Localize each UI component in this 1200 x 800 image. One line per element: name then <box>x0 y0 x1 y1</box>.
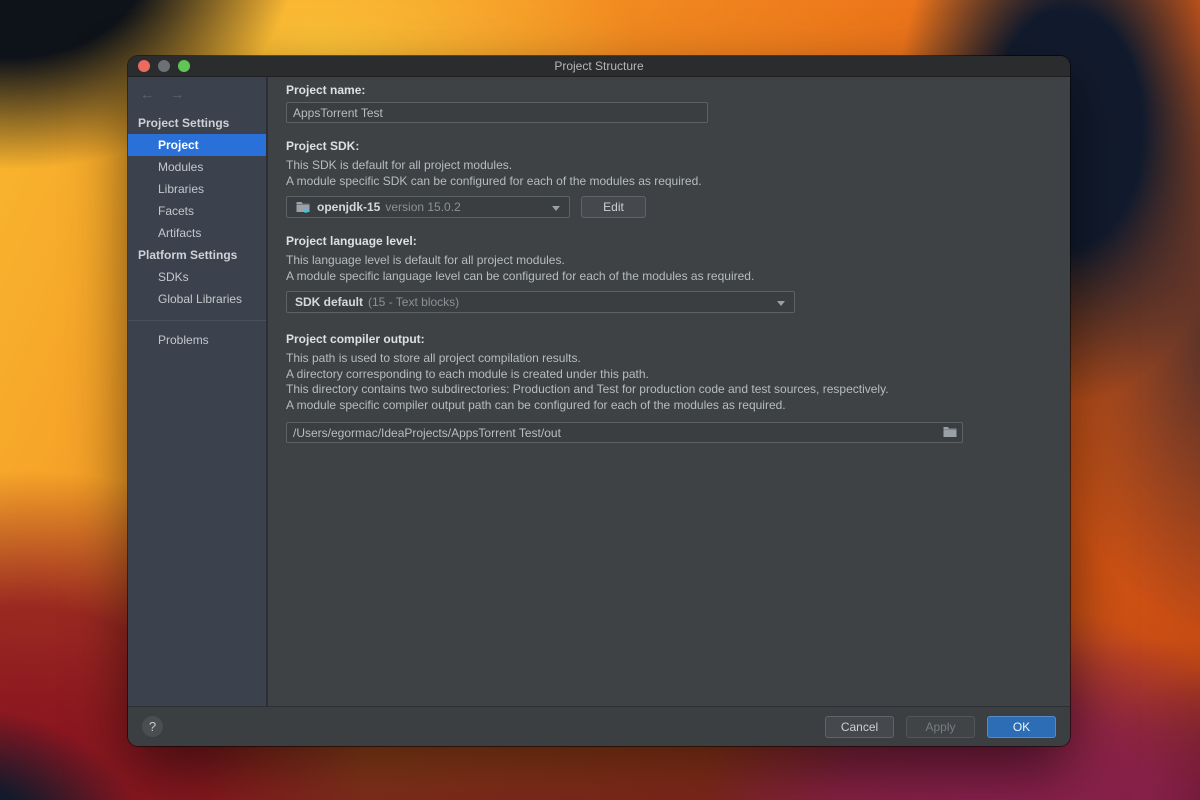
project-sdk-dropdown[interactable]: openjdk-15 version 15.0.2 <box>286 196 570 218</box>
language-level-label: Project language level: <box>286 234 417 248</box>
compiler-output-desc-2: A directory corresponding to each module… <box>286 366 649 381</box>
project-sdk-desc-1: This SDK is default for all project modu… <box>286 158 513 172</box>
close-icon[interactable] <box>138 60 150 72</box>
browse-folder-icon[interactable] <box>943 426 957 438</box>
project-sdk-desc-2: A module specific SDK can be configured … <box>286 173 702 188</box>
sidebar-item-sdks[interactable]: SDKs <box>128 266 266 288</box>
project-name-label: Project name: <box>286 83 366 97</box>
sidebar-divider <box>128 320 266 321</box>
dialog-footer: ? Cancel Apply OK <box>128 706 1070 746</box>
help-icon[interactable]: ? <box>142 716 163 737</box>
sidebar-item-problems[interactable]: Problems <box>128 329 266 351</box>
minimize-icon <box>158 60 170 72</box>
compiler-output-desc-3: This directory contains two subdirectori… <box>286 382 889 396</box>
chevron-down-icon <box>777 301 785 306</box>
language-level-desc-2: A module specific language level can be … <box>286 268 755 283</box>
language-level-value: SDK default <box>295 295 364 309</box>
compiler-output-label: Project compiler output: <box>286 332 425 346</box>
compiler-output-desc-1: This path is used to store all project c… <box>286 351 581 365</box>
language-level-dropdown[interactable]: SDK default (15 - Text blocks) <box>286 291 795 313</box>
language-level-desc-1: This language level is default for all p… <box>286 253 565 267</box>
apply-button[interactable]: Apply <box>906 715 975 738</box>
sidebar-header-project-settings: Project Settings <box>138 116 230 130</box>
sidebar-item-project[interactable]: Project <box>128 134 266 156</box>
sidebar: ← → Project Settings Project Modules Lib… <box>128 77 268 706</box>
ok-button[interactable]: OK <box>987 715 1056 738</box>
sidebar-item-artifacts[interactable]: Artifacts <box>128 222 266 244</box>
sidebar-item-global-libraries[interactable]: Global Libraries <box>128 288 266 310</box>
project-sdk-label: Project SDK: <box>286 139 360 153</box>
edit-sdk-button[interactable]: Edit <box>581 196 646 218</box>
window-title: Project Structure <box>554 59 644 73</box>
java-sdk-icon <box>296 202 310 213</box>
compiler-output-path-input[interactable] <box>286 422 963 443</box>
language-level-detail: (15 - Text blocks) <box>368 295 460 309</box>
sidebar-item-modules[interactable]: Modules <box>128 156 266 178</box>
main-panel: Project name: Project SDK: This SDK is d… <box>268 77 1070 706</box>
project-structure-dialog: Project Structure ← → Project Settings P… <box>128 56 1070 746</box>
cancel-button[interactable]: Cancel <box>825 715 894 738</box>
back-icon[interactable]: ← <box>140 86 154 102</box>
titlebar[interactable]: Project Structure <box>128 56 1070 77</box>
traffic-lights <box>138 60 190 72</box>
forward-icon[interactable]: → <box>170 86 184 102</box>
chevron-down-icon <box>552 206 560 211</box>
sdk-name: openjdk-15 <box>317 200 381 214</box>
sidebar-item-libraries[interactable]: Libraries <box>128 178 266 200</box>
project-name-input[interactable] <box>286 102 708 123</box>
sdk-version: version 15.0.2 <box>385 200 461 214</box>
sidebar-header-platform-settings: Platform Settings <box>138 248 238 262</box>
sidebar-item-facets[interactable]: Facets <box>128 200 266 222</box>
zoom-icon[interactable] <box>178 60 190 72</box>
compiler-output-desc-4: A module specific compiler output path c… <box>286 397 786 412</box>
